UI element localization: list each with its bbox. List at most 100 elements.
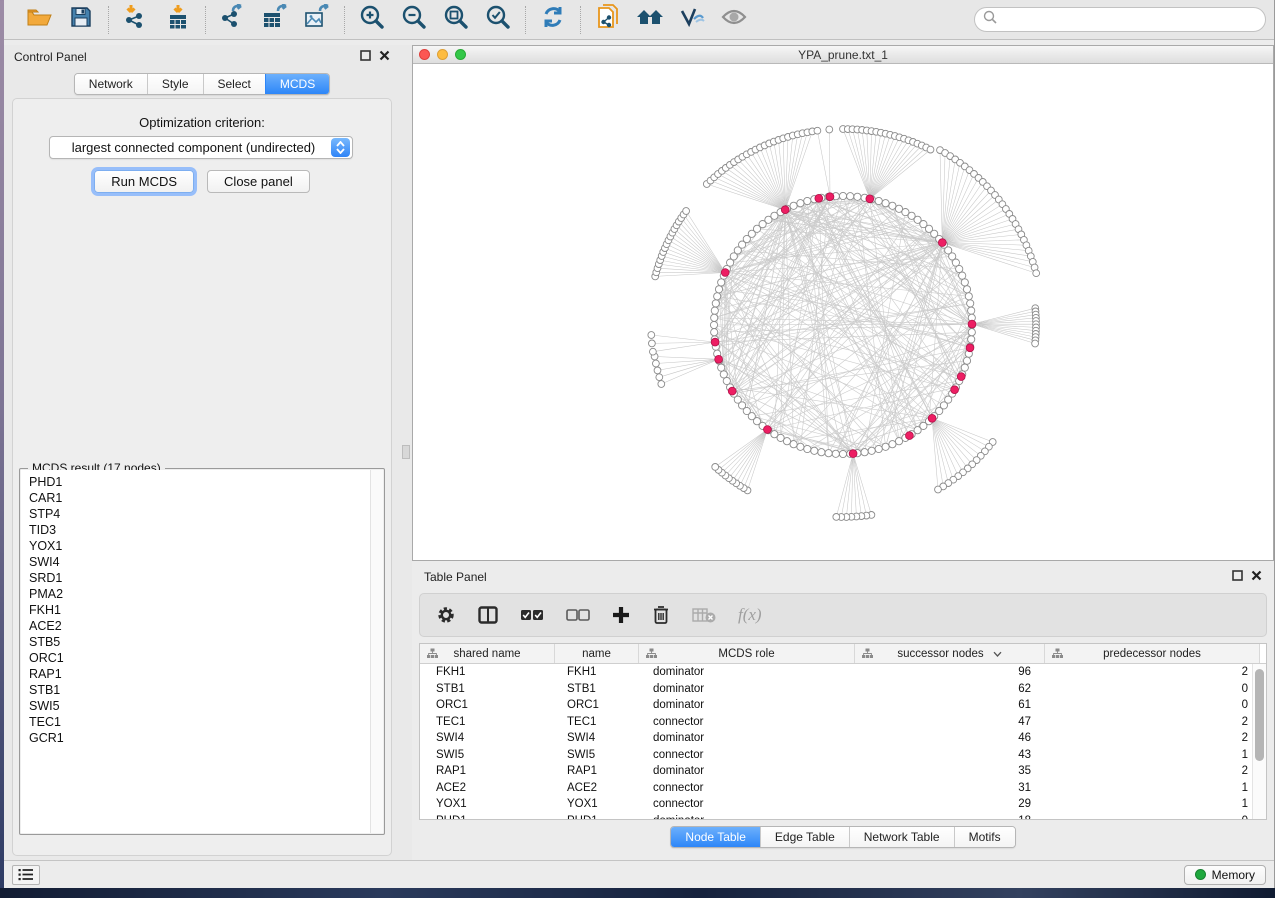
network-window-titlebar[interactable]: YPA_prune.txt_1	[413, 46, 1273, 64]
create-column-button[interactable]	[612, 606, 630, 624]
mcds-result-item[interactable]: ACE2	[29, 618, 383, 634]
mcds-result-item[interactable]: GCR1	[29, 730, 383, 746]
mcds-result-item[interactable]: RAP1	[29, 666, 383, 682]
table-row[interactable]: FKH1FKH1dominator962	[420, 664, 1266, 681]
table-settings-button[interactable]	[436, 605, 456, 625]
search-input[interactable]	[1002, 13, 1257, 27]
column-header-name[interactable]: name	[555, 644, 639, 663]
mcds-result-item[interactable]: FKH1	[29, 602, 383, 618]
zoom-selected-button[interactable]	[483, 5, 513, 35]
table-panel: Table Panel	[412, 565, 1274, 860]
network-graph[interactable]	[413, 64, 1275, 561]
export-table-button[interactable]	[260, 5, 290, 35]
table-row[interactable]: TEC1TEC1connector472	[420, 714, 1266, 731]
cell-predecessor-nodes: 2	[1045, 716, 1260, 728]
close-panel-icon[interactable]	[1251, 568, 1262, 586]
mcds-result-list[interactable]: PHD1CAR1STP4TID3YOX1SWI4SRD1PMA2FKH1ACE2…	[21, 470, 383, 833]
zoom-in-icon	[359, 4, 385, 35]
panel-splitter[interactable]	[400, 45, 412, 860]
delete-column-button[interactable]	[652, 605, 670, 625]
cell-predecessor-nodes: 0	[1045, 815, 1260, 820]
table-scrollbar-thumb[interactable]	[1255, 669, 1264, 761]
mcds-result-item[interactable]: STB1	[29, 682, 383, 698]
table-row[interactable]: SWI4SWI4dominator462	[420, 730, 1266, 747]
show-columns-button[interactable]	[478, 606, 498, 624]
mcds-result-item[interactable]: SRD1	[29, 570, 383, 586]
save-session-button[interactable]	[66, 5, 96, 35]
zoom-in-button[interactable]	[357, 5, 387, 35]
control-panel-tabs: NetworkStyleSelectMCDS	[74, 73, 330, 95]
mcds-result-item[interactable]: TID3	[29, 522, 383, 538]
search-field[interactable]	[974, 7, 1266, 32]
refresh-button[interactable]	[538, 5, 568, 35]
import-network-button[interactable]	[121, 5, 151, 35]
splitter-handle[interactable]	[402, 445, 410, 459]
table-row[interactable]: PHD1PHD1dominator180	[420, 813, 1266, 821]
mcds-result-item[interactable]: PMA2	[29, 586, 383, 602]
cell-predecessor-nodes: 0	[1045, 683, 1260, 695]
mcds-list-scrollbar[interactable]	[370, 470, 383, 833]
cell-name: YOX1	[555, 798, 639, 810]
mcds-result-item[interactable]: CAR1	[29, 490, 383, 506]
tab-network[interactable]: Network	[75, 74, 147, 94]
cell-successor-nodes: 47	[855, 716, 1045, 728]
mcds-result-item[interactable]: PHD1	[29, 474, 383, 490]
tab-edge-table[interactable]: Edge Table	[760, 827, 849, 847]
table-body: FKH1FKH1dominator962STB1STB1dominator620…	[420, 664, 1266, 820]
column-header-successor-nodes[interactable]: successor nodes	[855, 644, 1045, 663]
float-panel-icon[interactable]	[360, 48, 371, 66]
table-row[interactable]: YOX1YOX1connector291	[420, 796, 1266, 813]
mcds-result-item[interactable]: ORC1	[29, 650, 383, 666]
houses-button[interactable]	[635, 5, 665, 35]
list-icon	[18, 868, 34, 881]
export-network-button[interactable]	[218, 5, 248, 35]
tab-select[interactable]: Select	[203, 74, 265, 94]
new-network-from-selection-button[interactable]	[593, 5, 623, 35]
table-row[interactable]: STB1STB1dominator620	[420, 681, 1266, 698]
mcds-result-item[interactable]: YOX1	[29, 538, 383, 554]
tab-motifs[interactable]: Motifs	[954, 827, 1015, 847]
open-file-button[interactable]	[24, 5, 54, 35]
cell-shared-name: ORC1	[420, 699, 555, 711]
cell-predecessor-nodes: 1	[1045, 798, 1260, 810]
desktop-wallpaper	[0, 888, 1275, 898]
show-task-history-button[interactable]	[12, 865, 40, 885]
table-row[interactable]: ORC1ORC1dominator610	[420, 697, 1266, 714]
column-header-MCDS-role[interactable]: MCDS role	[639, 644, 855, 663]
column-header-shared-name[interactable]: shared name	[420, 644, 555, 663]
optimization-criterion-select[interactable]: largest connected component (undirected)	[49, 136, 353, 159]
import-table-button[interactable]	[163, 5, 193, 35]
export-image-button[interactable]	[302, 5, 332, 35]
table-row[interactable]: ACE2ACE2connector311	[420, 780, 1266, 797]
network-canvas[interactable]	[413, 64, 1273, 560]
unselect-all-columns-button[interactable]	[566, 609, 590, 622]
memory-button[interactable]: Memory	[1184, 865, 1266, 885]
column-header-predecessor-nodes[interactable]: predecessor nodes	[1045, 644, 1260, 663]
mcds-result-item[interactable]: SWI4	[29, 554, 383, 570]
run-mcds-button[interactable]: Run MCDS	[94, 170, 194, 193]
mcds-result-item[interactable]: SWI5	[29, 698, 383, 714]
tab-node-table[interactable]: Node Table	[671, 827, 760, 847]
mcds-result-item[interactable]: STP4	[29, 506, 383, 522]
table-row[interactable]: SWI5SWI5connector431	[420, 747, 1266, 764]
zoom-fit-button[interactable]	[441, 5, 471, 35]
select-all-columns-button[interactable]	[520, 609, 544, 622]
mcds-result-item[interactable]: STB5	[29, 634, 383, 650]
show-graphics-details-button[interactable]	[719, 5, 749, 35]
tab-style[interactable]: Style	[147, 74, 203, 94]
hide-graphics-details-button[interactable]	[677, 5, 707, 35]
close-panel-button[interactable]: Close panel	[207, 170, 310, 193]
mcds-result-item[interactable]: TEC1	[29, 714, 383, 730]
eye-icon	[720, 7, 748, 32]
cell-mcds-role: dominator	[639, 666, 855, 678]
close-panel-icon[interactable]	[379, 48, 390, 66]
tab-mcds[interactable]: MCDS	[265, 74, 329, 94]
cell-mcds-role: dominator	[639, 815, 855, 820]
zoom-out-button[interactable]	[399, 5, 429, 35]
float-panel-icon[interactable]	[1232, 568, 1243, 586]
table-scrollbar[interactable]	[1252, 664, 1266, 819]
table-header-row: shared namenameMCDS rolesuccessor nodesp…	[420, 644, 1266, 664]
tab-network-table[interactable]: Network Table	[849, 827, 954, 847]
table-row[interactable]: RAP1RAP1dominator352	[420, 763, 1266, 780]
export-network-icon	[219, 4, 247, 35]
